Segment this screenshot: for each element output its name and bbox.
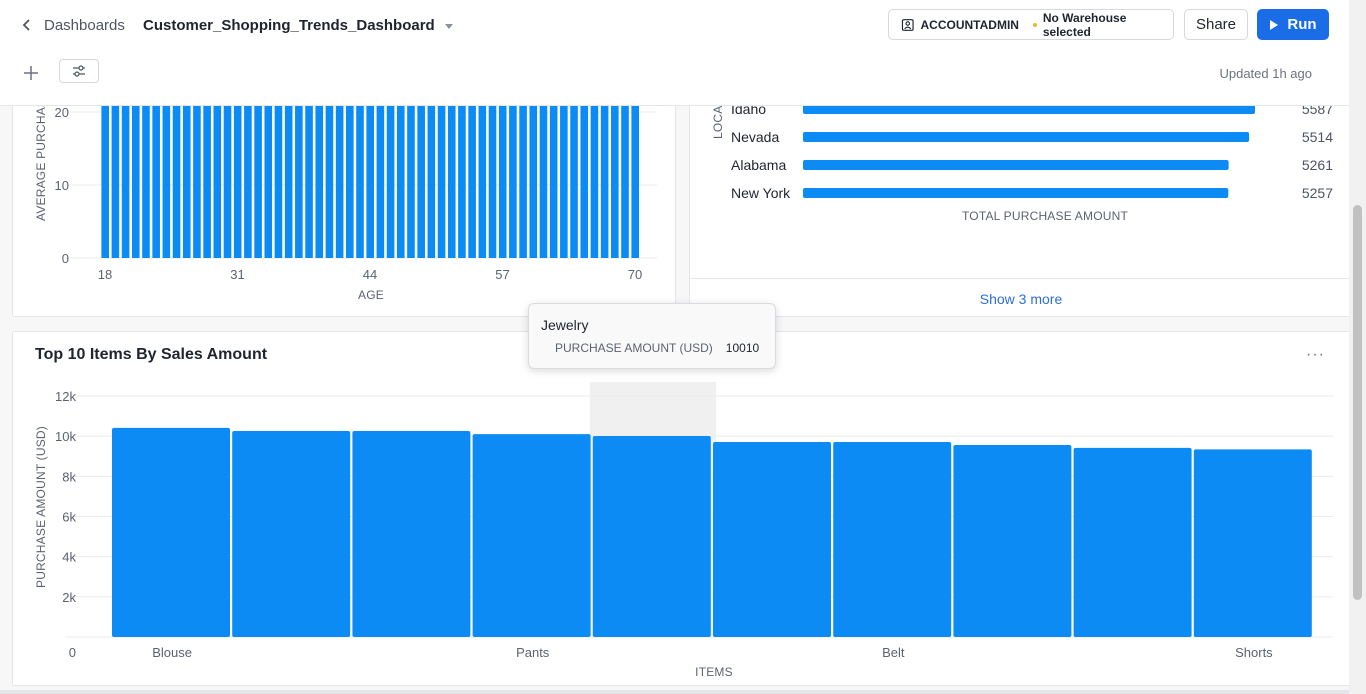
items-bar — [112, 427, 230, 637]
items-y-tick-label: 10k — [55, 429, 76, 444]
chevron-left-icon — [22, 19, 30, 31]
location-x-axis-title: TOTAL PURCHASE AMOUNT — [962, 209, 1128, 223]
age-x-tick-label: 57 — [495, 267, 509, 282]
dashboard-title-dropdown[interactable]: Customer_Shopping_Trends_Dashboard — [143, 14, 453, 36]
items-bar — [592, 435, 711, 637]
tooltip-row: PURCHASE AMOUNT (USD) 10010 — [541, 341, 763, 355]
age-y-tick-label: 10 — [55, 178, 69, 193]
dashboard-title: Customer_Shopping_Trends_Dashboard — [143, 16, 435, 34]
items-y-tick-label: 4k — [62, 550, 76, 565]
items-y-tick-label: 0 — [69, 645, 76, 660]
items-y-tick-label: 2k — [62, 590, 76, 605]
age-x-tick-label: 70 — [628, 267, 642, 282]
user-badge-icon — [901, 18, 914, 31]
items-bar — [352, 430, 471, 637]
updated-timestamp: Updated 1h ago — [1219, 66, 1312, 81]
items-bar — [713, 441, 831, 637]
items-bar — [953, 445, 1072, 637]
show-more-link[interactable]: Show 3 more — [690, 278, 1351, 316]
sliders-icon — [73, 65, 85, 77]
tooltip-value: 10010 — [725, 341, 760, 355]
items-chart-card: Top 10 Items By Sales Amount ··· 0 2k 4k 6k… — [12, 331, 1351, 686]
bottom-divider — [0, 690, 1349, 694]
age-x-axis-title: AGE — [358, 288, 384, 302]
location-value-label: 5257 — [1302, 185, 1333, 201]
items-x-tick-label: Blouse — [152, 645, 192, 660]
caret-down-icon — [444, 23, 453, 29]
warning-dot-icon — [1032, 22, 1037, 27]
location-category-label: Alabama — [731, 157, 786, 173]
items-bar — [232, 430, 351, 637]
add-tile-plus-icon[interactable] — [22, 64, 40, 82]
back-to-dashboards-link[interactable]: Dashboards — [20, 14, 125, 36]
chart-tooltip: Jewelry PURCHASE AMOUNT (USD) 10010 — [528, 303, 776, 369]
items-x-tick-label: Belt — [882, 645, 905, 660]
location-value-label: 5514 — [1302, 129, 1333, 145]
items-y-axis-title: PURCHASE AMOUNT (USD) — [34, 426, 48, 588]
page-scrollbar[interactable] — [1349, 0, 1366, 694]
items-y-tick-label: 8k — [62, 469, 76, 484]
role-label: ACCOUNTADMIN — [920, 17, 1019, 32]
location-category-label: Nevada — [731, 129, 779, 145]
location-bar — [803, 160, 1229, 170]
items-x-tick-label: Shorts — [1235, 645, 1273, 660]
age-x-tick-label: 44 — [363, 267, 377, 282]
items-bar — [1073, 447, 1192, 637]
filters-button[interactable] — [59, 59, 99, 83]
context-selector-button[interactable]: ACCOUNTADMIN No Warehouse selected — [888, 9, 1174, 40]
location-category-label: New York — [731, 185, 791, 201]
items-x-tick-label: Pants — [516, 645, 550, 660]
location-y-axis-title: LOCA — [711, 106, 725, 139]
items-bar — [472, 434, 591, 637]
back-label: Dashboards — [44, 16, 125, 34]
age-y-tick-label: 20 — [55, 105, 69, 120]
age-y-tick-label: 0 — [62, 251, 69, 266]
location-bar — [803, 188, 1229, 198]
run-label: Run — [1287, 16, 1317, 33]
share-button[interactable]: Share — [1184, 9, 1248, 40]
items-x-axis-title: ITEMS — [695, 665, 733, 679]
age-x-tick-label: 18 — [98, 267, 112, 282]
items-bar — [1193, 449, 1312, 637]
run-button[interactable]: Run — [1257, 9, 1329, 40]
items-bar — [833, 441, 952, 637]
tooltip-label: PURCHASE AMOUNT (USD) — [555, 341, 713, 355]
tooltip-title: Jewelry — [541, 317, 589, 333]
location-value-label: 5261 — [1302, 157, 1333, 173]
items-bar-chart: 0 2k 4k 6k 8k 10k 12k Blouse Pants Belt Shorts PU… — [34, 382, 1333, 679]
age-x-tick-label: 31 — [230, 267, 244, 282]
scrollbar-thumb[interactable] — [1353, 205, 1362, 600]
location-bar — [803, 132, 1250, 142]
warehouse-status: No Warehouse selected — [1042, 10, 1127, 39]
items-y-tick-label: 6k — [62, 510, 76, 525]
age-y-axis-title: AVERAGE PURCHAS — [34, 99, 48, 221]
items-y-tick-label: 12k — [55, 389, 76, 404]
top-bar: Dashboards Customer_Shopping_Trends_Dash… — [0, 0, 1349, 106]
play-icon — [1270, 19, 1279, 30]
